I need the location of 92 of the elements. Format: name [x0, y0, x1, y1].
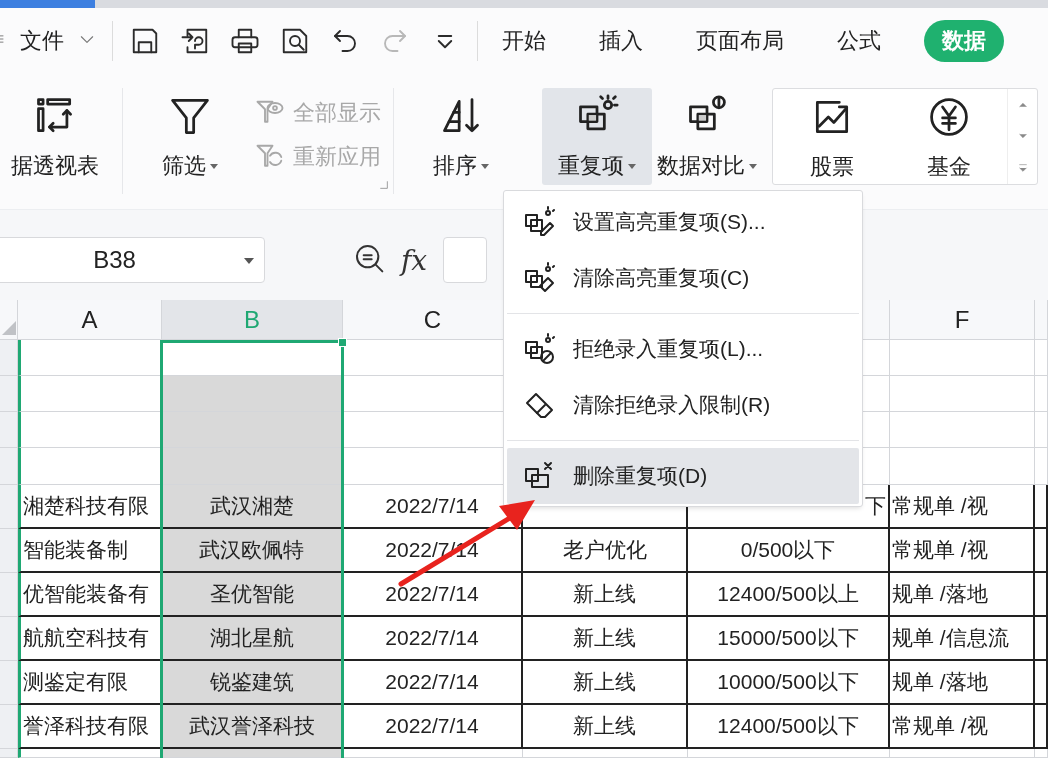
table-cell: 常规单 /视: [890, 485, 1035, 529]
active-tab-indicator[interactable]: [0, 0, 95, 8]
ribbon-tab[interactable]: 开始: [492, 20, 556, 62]
table-cell: 12400/500以上: [688, 573, 890, 617]
column-header[interactable]: [1035, 300, 1048, 340]
row-header[interactable]: [0, 705, 18, 749]
menu-item[interactable]: 设置高亮重复项(S)...: [507, 194, 859, 250]
table-cell: 2022/7/14: [343, 661, 523, 705]
fill-handle[interactable]: [338, 338, 347, 347]
row-header[interactable]: [0, 617, 18, 661]
table-cell: 0/500以下: [688, 529, 890, 573]
row-header[interactable]: [0, 749, 18, 758]
table-cell: 2022/7/14: [343, 573, 523, 617]
table-cell: 誉泽科技有限: [18, 705, 162, 749]
preview-icon: [280, 26, 310, 56]
eraser-icon: [523, 262, 555, 294]
table-cell: 老户优化: [523, 529, 688, 573]
grid-cell: [1035, 749, 1048, 758]
grid-cell: [1035, 448, 1048, 485]
save-icon: [130, 26, 160, 56]
ribbon-tab[interactable]: 公式: [827, 20, 891, 62]
grid-cell: [1035, 617, 1048, 661]
grid-cell: [1035, 412, 1048, 448]
print-icon: [230, 26, 260, 56]
table-cell: 新上线: [523, 661, 688, 705]
table-cell: 2022/7/14: [343, 705, 523, 749]
row-header[interactable]: [0, 573, 18, 617]
table-cell: 12400/500以下: [688, 705, 890, 749]
grid-cell: [1035, 376, 1048, 412]
sort-button[interactable]: 排序: [406, 88, 516, 185]
row-header[interactable]: [0, 340, 18, 376]
magnifier-icon: [353, 242, 385, 274]
table-cell: 测鉴定有限: [18, 661, 162, 705]
table-cell: 武汉湘楚: [162, 485, 343, 529]
table-cell: 优智能装备有: [18, 573, 162, 617]
table-cell: 湘楚科技有限: [18, 485, 162, 529]
table-cell: 新上线: [523, 573, 688, 617]
table-cell: 2022/7/14: [343, 617, 523, 661]
grid-cell: [1035, 661, 1048, 705]
fund-button[interactable]: 基金: [890, 89, 1007, 186]
grid-cell: [1035, 705, 1048, 749]
table-cell: 武汉欧佩特: [162, 529, 343, 573]
menu-item[interactable]: 删除重复项(D): [507, 448, 859, 504]
table-cell: 规单 /落地: [890, 573, 1035, 617]
table-cell: 常规单 /视: [890, 529, 1035, 573]
compare-button[interactable]: 数据对比: [652, 88, 762, 185]
caret-icon: [481, 163, 489, 169]
highlight-icon: [523, 206, 555, 238]
row-header[interactable]: [0, 412, 18, 448]
formula-field[interactable]: [443, 237, 488, 283]
grid-cell: [1035, 485, 1048, 529]
table-cell: 规单 /信息流: [890, 617, 1035, 661]
table-cell: 武汉誉泽科技: [162, 705, 343, 749]
row-header[interactable]: [0, 376, 18, 412]
grid-cell: [1035, 529, 1048, 573]
row-header[interactable]: [0, 529, 18, 573]
table-cell: 10000/500以下: [688, 661, 890, 705]
name-box[interactable]: B38: [0, 237, 265, 283]
caret-icon: [628, 163, 636, 169]
table-cell: 新上线: [523, 617, 688, 661]
dialog-launcher-icon: [379, 180, 389, 190]
document-arrow-icon: [180, 26, 210, 56]
column-header[interactable]: A: [18, 300, 162, 340]
stock-button[interactable]: 股票: [773, 89, 890, 186]
ribbon-tab[interactable]: 页面布局: [686, 20, 794, 62]
duplicates-button[interactable]: 重复项: [542, 88, 652, 185]
table-cell: 智能装备制: [18, 529, 162, 573]
row-header[interactable]: [0, 661, 18, 705]
file-menu[interactable]: 文件: [20, 26, 64, 56]
table-cell: 15000/500以下: [688, 617, 890, 661]
function-label[interactable]: fx: [401, 243, 428, 277]
column-header[interactable]: F: [890, 300, 1035, 340]
row-header[interactable]: [0, 448, 18, 485]
table-cell: 圣优智能: [162, 573, 343, 617]
caret-icon: [244, 258, 254, 264]
menu-item[interactable]: 清除拒绝录入限制(R): [507, 377, 859, 433]
table-cell: 常规单 /视: [890, 705, 1035, 749]
table-cell: 航航空科技有: [18, 617, 162, 661]
table-cell: 湖北星航: [162, 617, 343, 661]
table-cell: 锐鉴建筑: [162, 661, 343, 705]
table-cell: 规单 /落地: [890, 661, 1035, 705]
no-entry-icon: [523, 333, 555, 365]
ribbon-tab[interactable]: 插入: [589, 20, 653, 62]
caret-icon: [749, 163, 757, 169]
pivot-button[interactable]: 据透视表: [0, 88, 110, 185]
filter-button[interactable]: 筛选: [135, 88, 245, 185]
grid-cell: [1035, 573, 1048, 617]
table-cell: 新上线: [523, 705, 688, 749]
grid-cell: [1035, 340, 1048, 376]
expand-icon: [1017, 161, 1028, 174]
caret-icon: [210, 163, 218, 169]
row-header[interactable]: [0, 485, 18, 529]
